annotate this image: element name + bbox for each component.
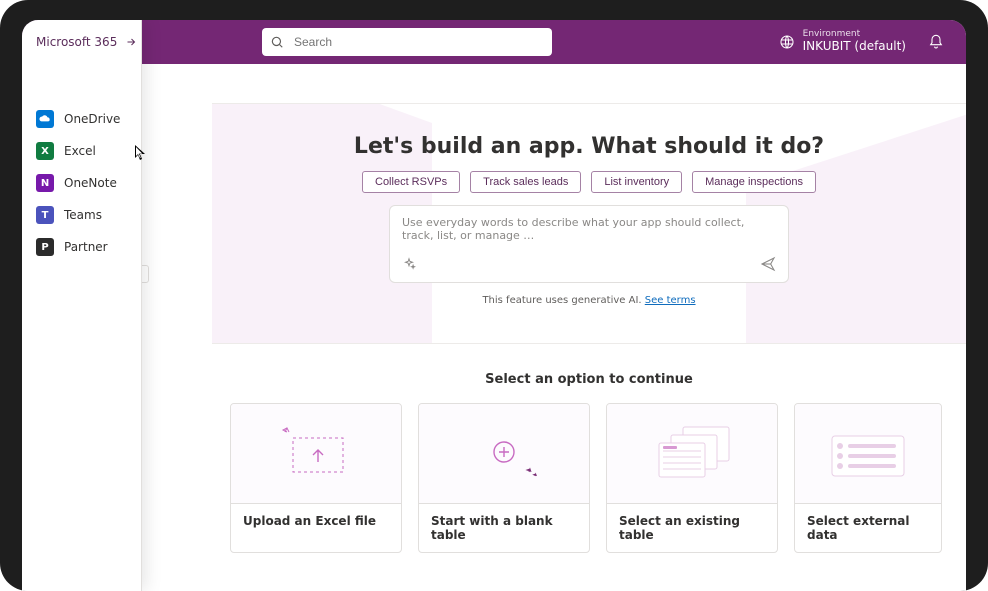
card-blank-table[interactable]: Start with a blank table [418,403,590,553]
external-data-thumb [795,404,941,504]
search-icon [270,35,284,49]
chip-list-inventory[interactable]: List inventory [591,171,682,193]
app-list: OneDrive X Excel N OneNote T Teams P Par… [22,110,141,256]
blank-table-thumb [419,404,589,504]
card-external-data[interactable]: Select external data [794,403,942,553]
app-item-onedrive[interactable]: OneDrive [36,110,141,128]
continue-title: Select an option to continue [212,372,966,387]
card-existing-table[interactable]: Select an existing table [606,403,778,553]
prompt-placeholder: Use everyday words to describe what your… [402,216,776,242]
app-item-label: OneDrive [64,112,120,126]
terms-text: This feature uses generative AI. [482,295,644,306]
app-launcher-flyout: Microsoft 365 OneDrive X Excel N [22,20,142,591]
arrow-right-icon [125,36,137,48]
microsoft-365-link[interactable]: Microsoft 365 [22,20,141,64]
app-item-label: Teams [64,208,102,222]
search-box[interactable] [262,28,552,56]
upload-excel-thumb [231,404,401,504]
app-item-label: Excel [64,144,96,158]
excel-icon: X [36,142,54,160]
main-content: Let's build an app. What should it do? C… [212,64,966,591]
send-icon[interactable] [760,256,776,272]
search-input[interactable] [292,34,544,50]
device-frame: Environment INKUBIT (default) Apps nt [0,0,988,591]
environment-caption: Environment [803,30,906,40]
card-label: Upload an Excel file [231,504,401,538]
onenote-icon: N [36,174,54,192]
see-terms-link[interactable]: See terms [645,295,696,306]
hero-title: Let's build an app. What should it do? [212,134,966,159]
teams-icon: T [36,206,54,224]
m365-label: Microsoft 365 [36,35,117,49]
app-item-teams[interactable]: T Teams [36,206,141,224]
chip-collect-rsvps[interactable]: Collect RSVPs [362,171,460,193]
app-item-label: Partner [64,240,108,254]
card-label: Start with a blank table [419,504,589,552]
option-cards: Upload an Excel file Start with a blank … [212,403,966,577]
page-subheader [212,64,966,104]
ai-terms-notice: This feature uses generative AI. See ter… [212,295,966,306]
card-upload-excel[interactable]: Upload an Excel file [230,403,402,553]
environment-name: INKUBIT (default) [803,39,906,53]
chip-manage-inspections[interactable]: Manage inspections [692,171,816,193]
copilot-prompt[interactable]: Use everyday words to describe what your… [389,205,789,283]
partner-icon: P [36,238,54,256]
onedrive-icon [36,110,54,128]
notifications-icon[interactable] [928,34,944,50]
environment-icon [779,34,795,50]
card-label: Select external data [795,504,941,552]
app-item-partner[interactable]: P Partner [36,238,141,256]
mouse-cursor-icon [134,144,148,162]
existing-table-thumb [607,404,777,504]
card-label: Select an existing table [607,504,777,552]
app-item-excel[interactable]: X Excel [36,142,141,160]
suggestion-chips: Collect RSVPs Track sales leads List inv… [212,171,966,193]
app-header: Environment INKUBIT (default) [22,20,966,64]
chip-track-sales-leads[interactable]: Track sales leads [470,171,581,193]
sparkle-icon [402,257,416,271]
app-item-label: OneNote [64,176,117,190]
screen: Environment INKUBIT (default) Apps nt [22,20,966,591]
app-item-onenote[interactable]: N OneNote [36,174,141,192]
environment-picker[interactable]: Environment INKUBIT (default) [779,30,906,53]
hero-section: Let's build an app. What should it do? C… [212,104,966,344]
